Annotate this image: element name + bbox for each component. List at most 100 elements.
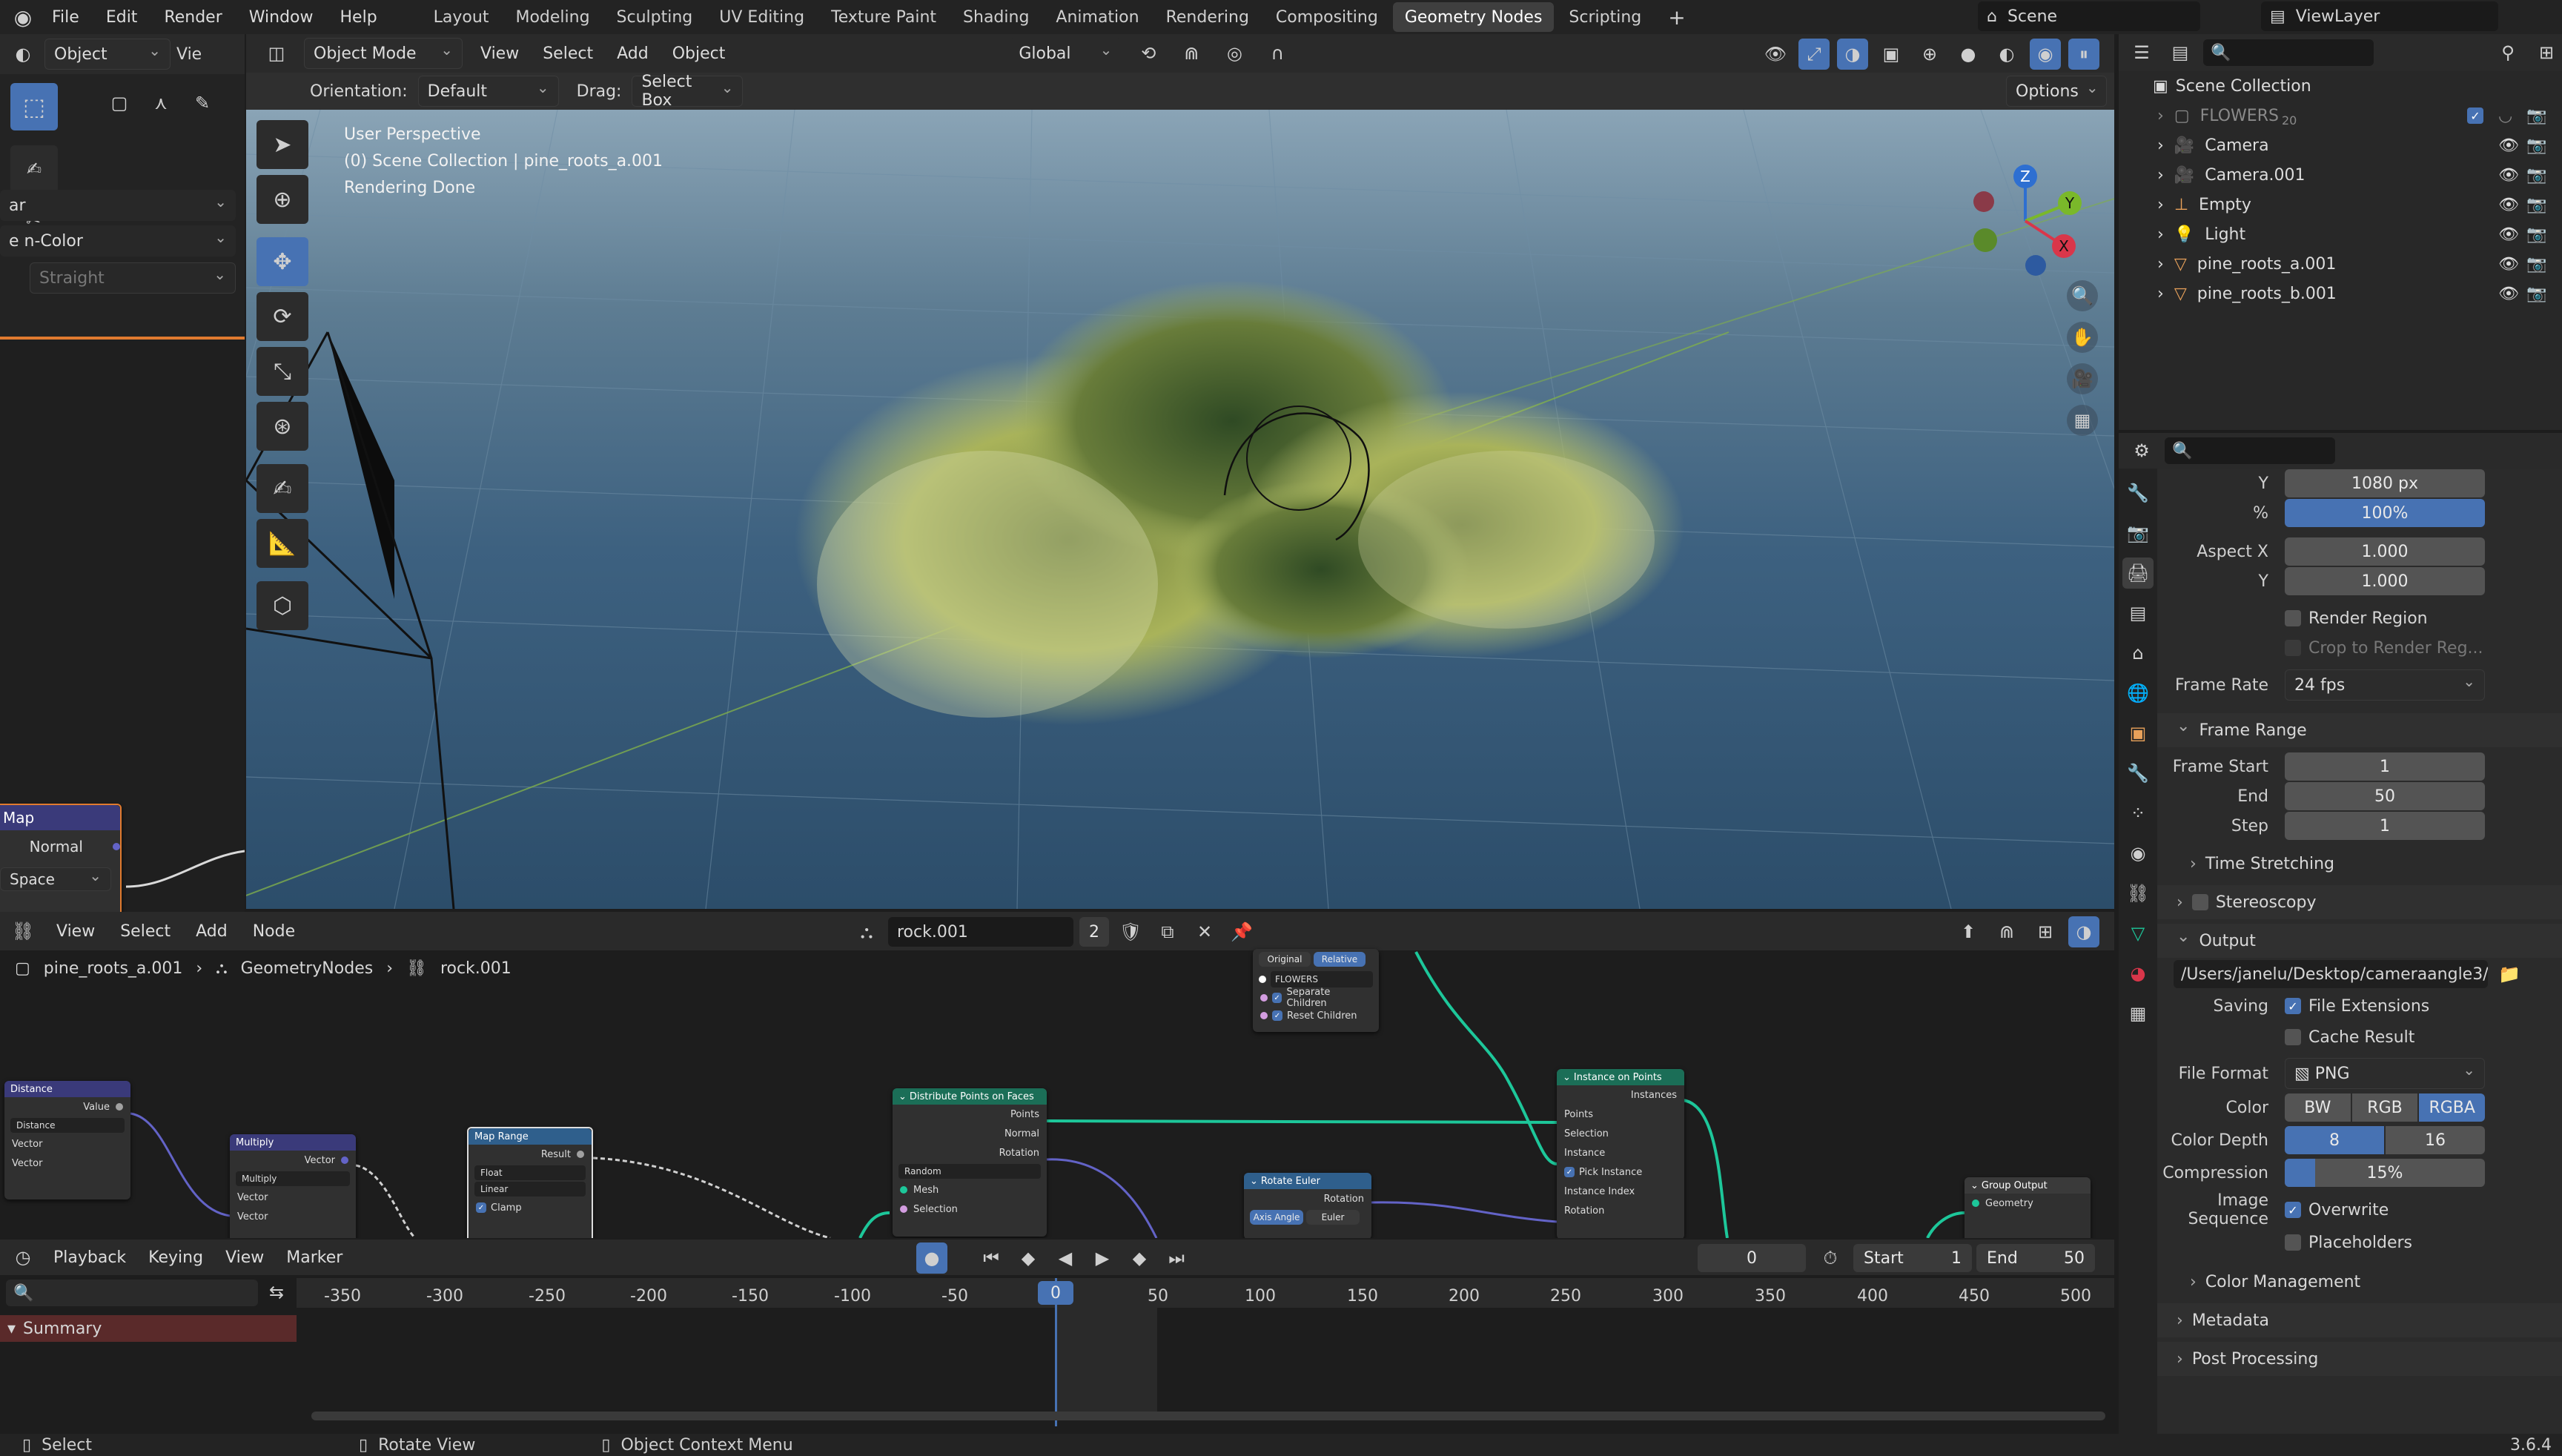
stereoscopy-panel[interactable]: Stereoscopy <box>2157 885 2562 919</box>
scene-tab-icon[interactable]: ⌂ <box>2122 638 2154 669</box>
summary-channel[interactable]: ▾ Summary <box>0 1315 297 1342</box>
placeholders-checkbox[interactable] <box>2285 1234 2301 1251</box>
euler-button[interactable]: Euler <box>1306 1210 1360 1225</box>
folder-icon[interactable]: 📁 <box>2494 959 2525 990</box>
frame-end-field[interactable]: 50 <box>2285 782 2485 810</box>
tool-tab-icon[interactable]: 🔧 <box>2122 477 2154 509</box>
annotate-icon[interactable]: ✍ <box>10 145 58 193</box>
viewport-editor-type-icon[interactable]: ◫ <box>261 38 292 69</box>
render-icon[interactable]: 📷 <box>2526 136 2546 155</box>
expand-icon[interactable]: › <box>2157 107 2164 125</box>
overlay-toggle-icon[interactable]: ◑ <box>1837 39 1868 70</box>
tab-rendering[interactable]: Rendering <box>1154 2 1261 32</box>
timeline-menu-view[interactable]: View <box>218 1240 271 1274</box>
move-tool-icon[interactable]: ✥ <box>256 237 308 286</box>
select-box-icon[interactable]: ⬚ <box>10 83 58 130</box>
outliner[interactable]: ☰ ▤ 🔍 ⚲ ⊞ ▣ Scene Collection › ▢ FLOWERS… <box>2119 34 2562 430</box>
prev-key-icon[interactable]: ◆ <box>1013 1242 1044 1274</box>
vertex-icon[interactable]: ⋏ <box>145 87 176 119</box>
timeline[interactable]: ◷ Playback Keying View Marker ● ⏮ ◆ ◀ ▶ … <box>0 1240 2114 1434</box>
color-rgba-button[interactable]: RGBA <box>2419 1093 2486 1122</box>
menu-help[interactable]: Help <box>327 0 391 34</box>
modifier-tab-icon[interactable]: 🔧 <box>2122 758 2154 789</box>
record-icon[interactable]: ● <box>916 1242 947 1274</box>
solid-shading-icon[interactable]: ● <box>1953 39 1984 70</box>
end-frame-field[interactable]: End 50 <box>1976 1244 2095 1272</box>
left-field-a[interactable]: ar <box>0 190 236 221</box>
measure-tool-icon[interactable]: 📐 <box>256 519 308 568</box>
map-range-node[interactable]: Map Range Result Float Linear ✓ Clamp <box>467 1127 593 1238</box>
distribute-mode[interactable]: Random <box>898 1164 1041 1179</box>
data-tab-icon[interactable]: ▽ <box>2122 918 2154 949</box>
color-bw-button[interactable]: BW <box>2285 1093 2351 1122</box>
left-mode-dropdown[interactable]: Object <box>44 39 171 70</box>
placeholders-row[interactable]: Placeholders <box>2157 1228 2562 1257</box>
distance-mode[interactable]: Distance <box>10 1118 125 1133</box>
square-icon[interactable]: ▢ <box>104 87 135 119</box>
options-dropdown[interactable]: Options <box>2006 76 2107 107</box>
wireframe-shading-icon[interactable]: ⊕ <box>1914 39 1945 70</box>
pause-icon[interactable]: ⏸ <box>2068 39 2099 70</box>
output-panel[interactable]: Output <box>2157 924 2562 958</box>
file-extensions-checkbox[interactable]: ✓ <box>2285 998 2301 1014</box>
falloff-icon[interactable]: ∩ <box>1262 38 1293 69</box>
new-collection-icon[interactable]: ⊞ <box>2531 37 2562 68</box>
viewport-menu-view[interactable]: View <box>474 36 525 70</box>
resolution-y-field[interactable]: 1080 px <box>2285 469 2485 497</box>
crop-checkbox[interactable] <box>2285 640 2301 656</box>
timeline-search[interactable]: 🔍 <box>6 1280 258 1306</box>
axis-angle-button[interactable]: Axis Angle <box>1250 1210 1303 1225</box>
jump-start-icon[interactable]: ⏮ <box>976 1242 1007 1274</box>
proportional-icon[interactable]: ◎ <box>1219 38 1250 69</box>
eye-hidden-icon[interactable]: ◡ <box>2498 107 2512 125</box>
tab-scripting[interactable]: Scripting <box>1557 2 1653 32</box>
color-rgb-button[interactable]: RGB <box>2351 1093 2418 1122</box>
render-region-checkbox[interactable] <box>2285 610 2301 626</box>
scene-selector[interactable]: ⌂ Scene <box>1978 1 2200 31</box>
blender-logo-icon[interactable]: ◉ <box>7 1 39 33</box>
compression-slider[interactable]: 15% <box>2285 1159 2485 1187</box>
eye-icon[interactable]: 👁 <box>2498 255 2519 274</box>
output-tab-icon[interactable]: 🖨 <box>2122 557 2154 589</box>
timeline-editor-type-icon[interactable]: ◷ <box>7 1242 39 1273</box>
particles-tab-icon[interactable]: ⁘ <box>2122 798 2154 829</box>
outliner-item-empty[interactable]: › ⊥ Empty 👁 📷 <box>2119 190 2562 219</box>
frame-start-field[interactable]: 1 <box>2285 752 2485 781</box>
transform-orientation-dropdown[interactable]: Global <box>1010 38 1122 69</box>
frame-step-field[interactable]: 1 <box>2285 812 2485 840</box>
map-node[interactable]: Map Normal Space <box>0 804 122 916</box>
view-layer-tab-icon[interactable]: ▤ <box>2122 598 2154 629</box>
frame-rate-dropdown[interactable]: 24 fps <box>2285 669 2485 701</box>
render-region-row[interactable]: Render Region <box>2157 603 2562 633</box>
pick-instance-toggle[interactable]: ✓ Pick Instance <box>1557 1162 1684 1182</box>
eye-icon[interactable]: 👁 <box>2498 166 2519 185</box>
outliner-item-light[interactable]: › 💡 Light 👁 📷 <box>2119 219 2562 249</box>
current-frame-field[interactable]: 0 <box>1698 1244 1806 1272</box>
navigation-gizmo[interactable]: Z Y X <box>1966 162 2085 280</box>
visibility-icon[interactable]: 👁 <box>1760 39 1791 70</box>
timeline-menu-playback[interactable]: Playback <box>46 1240 133 1274</box>
map-range-clamp[interactable]: ✓ Clamp <box>469 1198 592 1217</box>
render-icon[interactable]: 📷 <box>2526 255 2546 274</box>
jump-end-icon[interactable]: ⏭ <box>1161 1242 1192 1274</box>
render-icon[interactable]: 📷 <box>2526 285 2546 303</box>
annotate-tool-icon[interactable]: ✍ <box>256 464 308 513</box>
outliner-item-pine-roots-a[interactable]: › ▽ pine_roots_a.001 👁 📷 <box>2119 249 2562 279</box>
render-tab-icon[interactable]: 📷 <box>2122 517 2154 549</box>
pan-hand-icon[interactable]: ✋ <box>2067 322 2098 353</box>
tab-layout[interactable]: Layout <box>422 2 501 32</box>
outliner-item-camera[interactable]: › 🎥 Camera 👁 📷 <box>2119 130 2562 160</box>
display-mode-icon[interactable]: ▤ <box>2165 37 2196 68</box>
cache-result-checkbox[interactable] <box>2285 1029 2301 1045</box>
eye-icon[interactable]: 👁 <box>2498 285 2519 303</box>
tab-geometry-nodes[interactable]: Geometry Nodes <box>1392 2 1555 32</box>
flower-bush-object[interactable] <box>246 110 2114 909</box>
normal-socket[interactable] <box>113 843 120 850</box>
distribute-points-node[interactable]: ⌄ Distribute Points on Faces Points Norma… <box>893 1088 1047 1237</box>
eye-icon[interactable]: 👁 <box>2498 136 2519 155</box>
multiply-mode[interactable]: Multiply <box>236 1171 350 1186</box>
map-range-interp[interactable]: Linear <box>474 1182 586 1197</box>
paint-icon[interactable]: ✎ <box>187 87 218 119</box>
scale-tool-icon[interactable]: ⤡ <box>256 347 308 396</box>
pivot-icon[interactable]: ⟲ <box>1133 38 1164 69</box>
